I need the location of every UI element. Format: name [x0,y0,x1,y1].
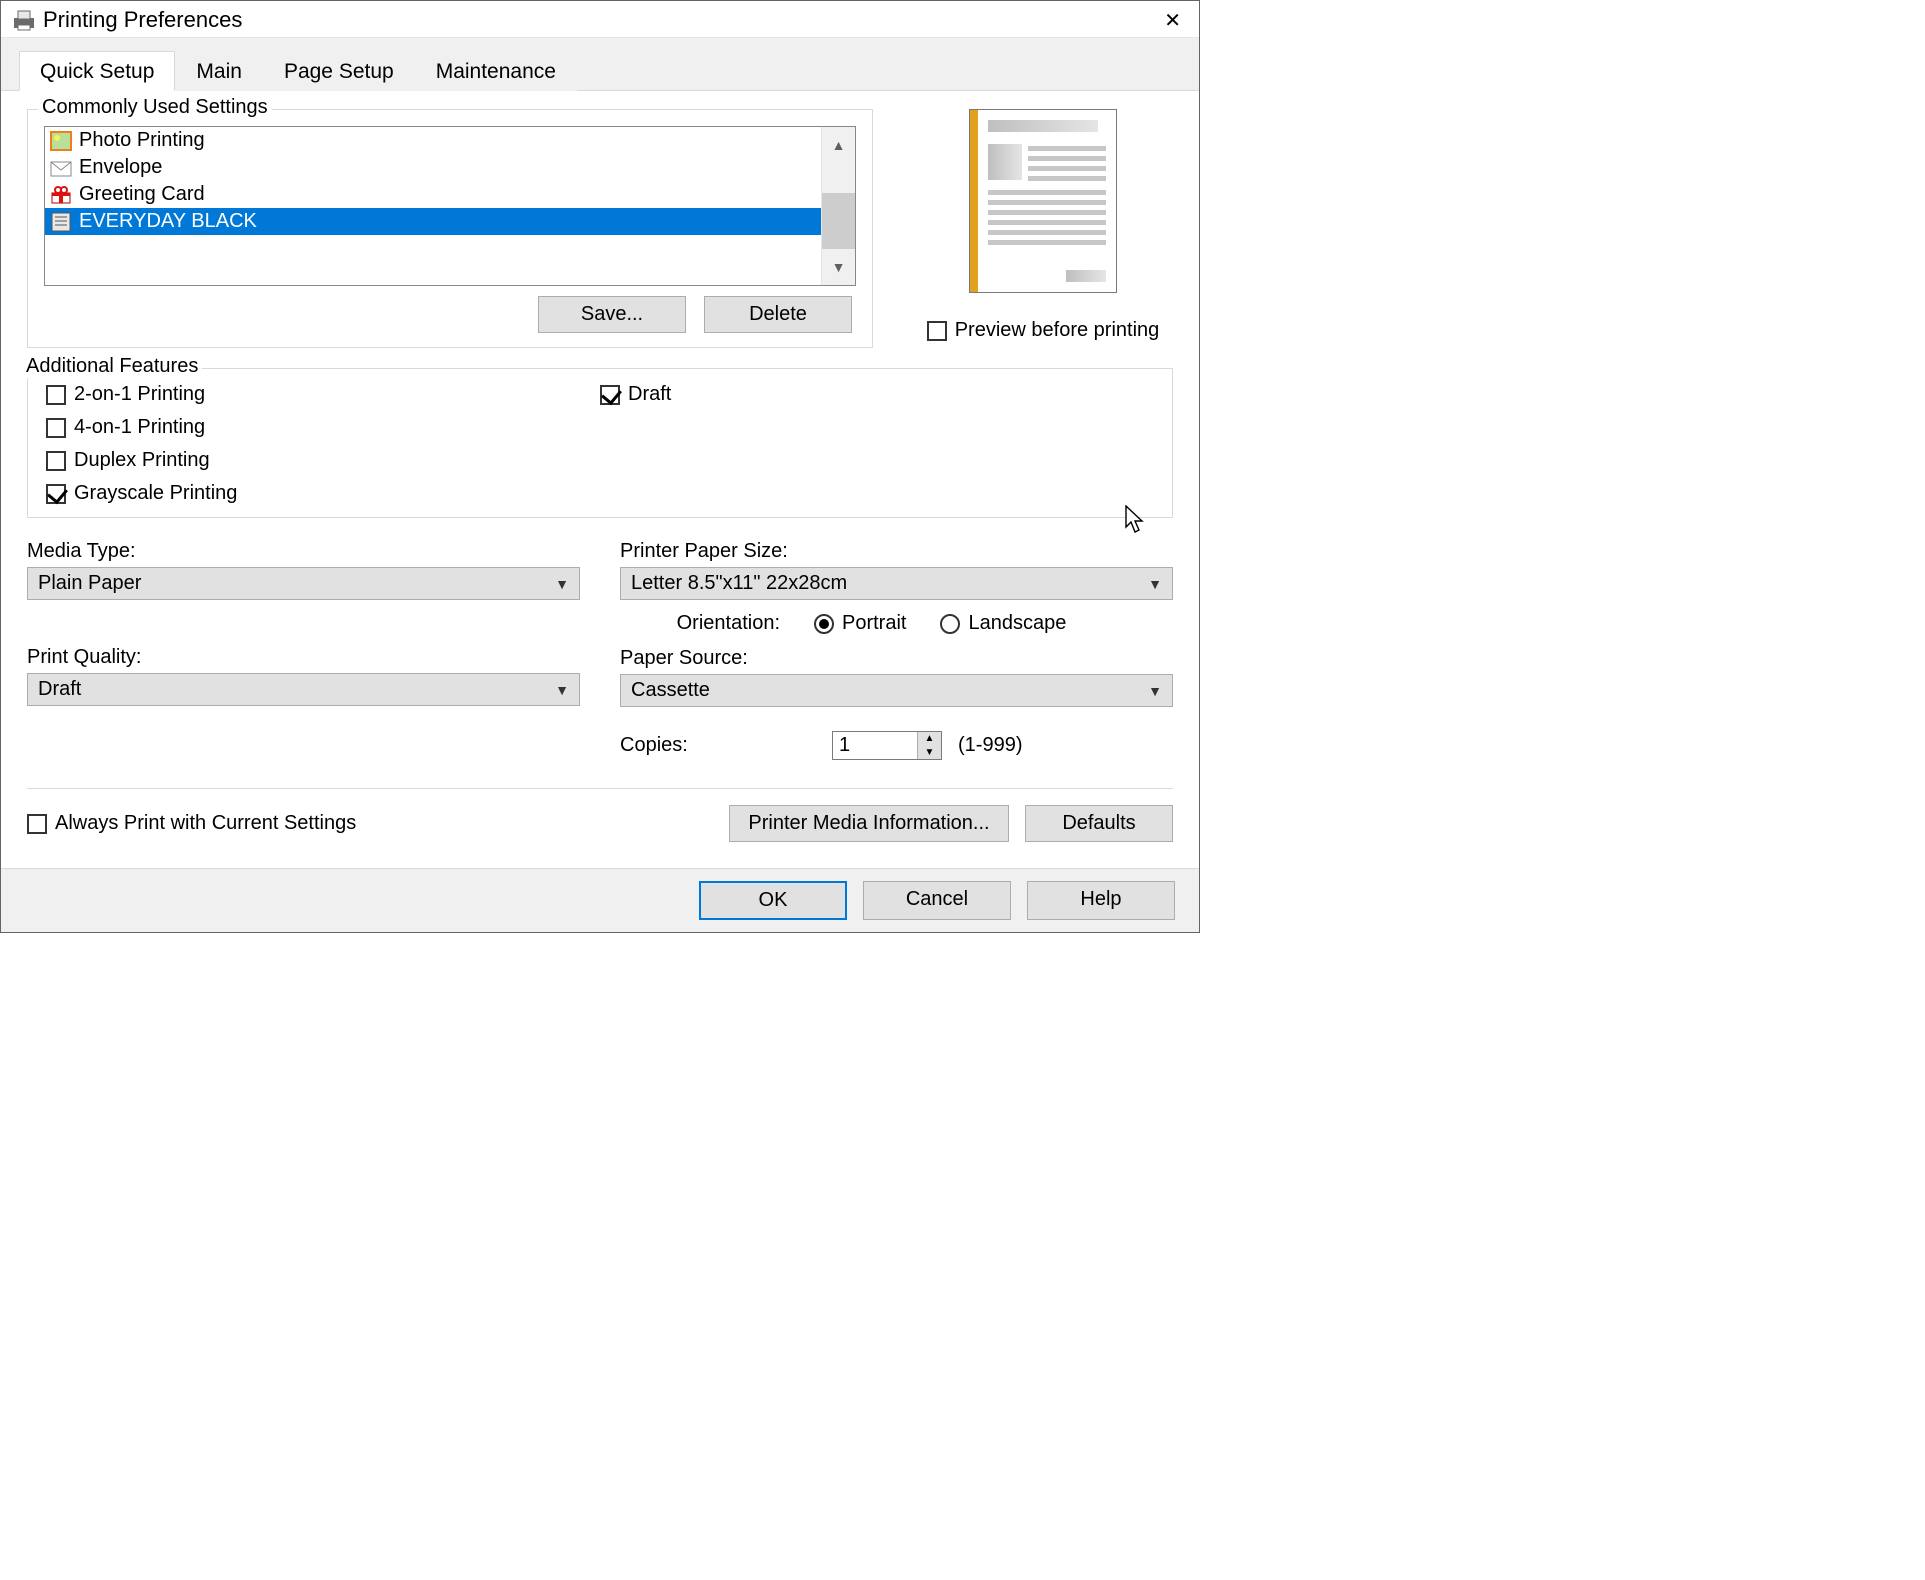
combo-value: Draft [38,678,81,701]
paper-source-label: Paper Source: [620,647,1173,670]
copies-label: Copies: [620,734,816,757]
page-preview-area: Preview before printing [913,109,1173,342]
list-item-label: Envelope [79,156,162,179]
titlebar: Printing Preferences ✕ [1,1,1199,38]
copies-spinner[interactable]: ▲ ▼ [832,731,942,760]
delete-button[interactable]: Delete [704,296,852,333]
checkbox-label: 2-on-1 Printing [74,383,205,406]
checkbox-label: 4-on-1 Printing [74,416,205,439]
orientation-landscape-radio[interactable]: Landscape [940,612,1066,635]
tab-body: Commonly Used Settings Photo Printing En… [1,90,1199,868]
orientation-label: Orientation: [620,612,780,635]
additional-features-label: Additional Features [22,355,202,378]
checkbox-label: Preview before printing [955,319,1160,342]
save-button[interactable]: Save... [538,296,686,333]
document-icon [49,211,73,233]
scroll-thumb[interactable] [822,193,855,249]
checkbox-icon [46,484,66,504]
chevron-down-icon: ▼ [1148,576,1162,592]
two-on-one-checkbox[interactable]: 2-on-1 Printing [46,383,600,406]
tab-quick-setup[interactable]: Quick Setup [19,51,175,91]
printer-media-info-button[interactable]: Printer Media Information... [729,805,1009,842]
commonly-used-label: Commonly Used Settings [38,96,272,119]
combo-value: Plain Paper [38,572,141,595]
list-item-greeting[interactable]: Greeting Card [45,181,821,208]
media-type-select[interactable]: Plain Paper ▼ [27,567,580,600]
radio-icon [940,614,960,634]
cancel-button[interactable]: Cancel [863,881,1011,920]
additional-features-group: Additional Features 2-on-1 Printing Draf… [27,368,1173,518]
printer-icon [11,8,37,32]
list-item-label: Greeting Card [79,183,205,206]
radio-label: Landscape [968,612,1066,635]
photo-icon [49,130,73,152]
checkbox-icon [600,385,620,405]
copies-range: (1-999) [958,734,1022,757]
list-item-envelope[interactable]: Envelope [45,154,821,181]
checkbox-label: Draft [628,383,671,406]
preview-before-printing-checkbox[interactable]: Preview before printing [913,319,1173,342]
checkbox-label: Duplex Printing [74,449,210,472]
combo-value: Cassette [631,679,710,702]
tabstrip: Quick Setup Main Page Setup Maintenance [1,38,1199,90]
print-quality-select[interactable]: Draft ▼ [27,673,580,706]
checkbox-icon [46,418,66,438]
checkbox-icon [46,451,66,471]
dialog-buttons: OK Cancel Help [1,868,1199,932]
tab-main[interactable]: Main [175,51,263,91]
scroll-up-icon[interactable]: ▲ [822,127,855,163]
paper-size-label: Printer Paper Size: [620,540,1173,563]
scroll-down-icon[interactable]: ▼ [822,249,855,285]
draft-checkbox[interactable]: Draft [600,383,1154,406]
tab-maintenance[interactable]: Maintenance [415,51,577,91]
printing-preferences-window: Printing Preferences ✕ Quick Setup Main … [0,0,1200,933]
chevron-down-icon: ▼ [1148,683,1162,699]
list-item-label: EVERYDAY BLACK [79,210,257,233]
listbox-scrollbar[interactable]: ▲ ▼ [821,127,855,285]
page-preview [969,109,1117,293]
spinner-up-icon[interactable]: ▲ [918,732,941,746]
checkbox-icon [927,321,947,341]
paper-source-select[interactable]: Cassette ▼ [620,674,1173,707]
copies-input[interactable] [833,732,917,759]
ok-button[interactable]: OK [699,881,847,920]
always-print-checkbox[interactable]: Always Print with Current Settings [27,812,356,835]
close-button[interactable]: ✕ [1156,8,1189,33]
combo-value: Letter 8.5"x11" 22x28cm [631,572,847,595]
list-item-photo[interactable]: Photo Printing [45,127,821,154]
chevron-down-icon: ▼ [555,682,569,698]
list-item-everyday-black[interactable]: EVERYDAY BLACK [45,208,821,235]
checkbox-icon [46,385,66,405]
radio-icon [814,614,834,634]
checkbox-label: Grayscale Printing [74,482,237,505]
tab-page-setup[interactable]: Page Setup [263,51,415,91]
defaults-button[interactable]: Defaults [1025,805,1173,842]
grayscale-checkbox[interactable]: Grayscale Printing [46,482,600,505]
radio-label: Portrait [842,612,906,635]
spinner-down-icon[interactable]: ▼ [918,746,941,760]
settings-listbox[interactable]: Photo Printing Envelope Greeting Card [44,126,856,286]
duplex-checkbox[interactable]: Duplex Printing [46,449,600,472]
checkbox-icon [27,814,47,834]
help-button[interactable]: Help [1027,881,1175,920]
print-quality-label: Print Quality: [27,646,580,669]
scroll-track[interactable] [822,163,855,193]
orientation-portrait-radio[interactable]: Portrait [814,612,906,635]
list-item-label: Photo Printing [79,129,205,152]
window-title: Printing Preferences [43,7,1156,33]
four-on-one-checkbox[interactable]: 4-on-1 Printing [46,416,600,439]
gift-icon [49,184,73,206]
media-type-label: Media Type: [27,540,580,563]
commonly-used-settings-group: Commonly Used Settings Photo Printing En… [27,109,873,348]
checkbox-label: Always Print with Current Settings [55,812,356,835]
chevron-down-icon: ▼ [555,576,569,592]
paper-size-select[interactable]: Letter 8.5"x11" 22x28cm ▼ [620,567,1173,600]
envelope-icon [49,157,73,179]
